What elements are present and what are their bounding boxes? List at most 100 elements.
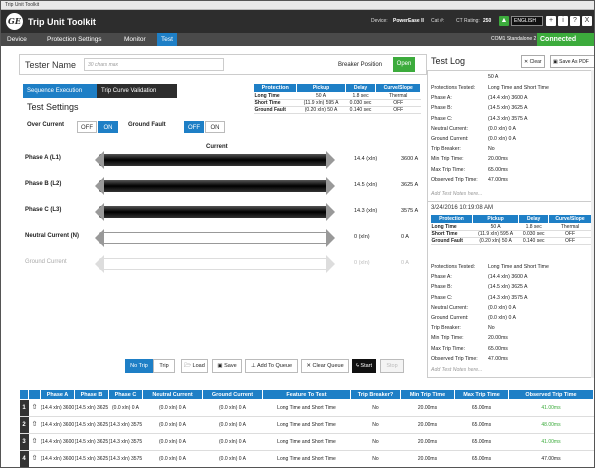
phase-b-slider[interactable] bbox=[99, 180, 329, 192]
cell-a: (14.4 xIn) 3600 A bbox=[40, 416, 75, 434]
cell-n: 3 bbox=[19, 433, 29, 451]
menu-device[interactable]: Device bbox=[3, 33, 31, 46]
cell-trip: No bbox=[350, 433, 401, 451]
col-feature: Feature To Test bbox=[262, 389, 351, 400]
move-up-icon[interactable]: ⇧ bbox=[28, 416, 41, 434]
trip-button[interactable]: Trip bbox=[153, 359, 175, 373]
col-neutral: Neutral Current bbox=[142, 389, 203, 400]
increase-arrow-icon[interactable] bbox=[326, 229, 335, 247]
tab-trip-curve-validation[interactable]: Trip Curve Validation bbox=[97, 84, 177, 98]
tester-name-label: Tester Name bbox=[25, 60, 77, 70]
move-up-icon[interactable]: ⇧ bbox=[28, 433, 41, 451]
log-value: Long Time and Short Time bbox=[488, 264, 549, 270]
cell-obs: 48.00ms bbox=[508, 416, 594, 434]
move-up-icon[interactable]: ⇧ bbox=[28, 399, 41, 417]
icon-header bbox=[28, 389, 41, 400]
curve-header: Curve/Slope bbox=[548, 214, 592, 224]
clear-queue-button[interactable]: ✕ Clear Queue bbox=[301, 359, 349, 373]
curve-header: Curve/Slope bbox=[375, 83, 421, 93]
cell-a: (14.4 xIn) 3600 A bbox=[40, 450, 75, 467]
increase-arrow-icon[interactable] bbox=[326, 177, 335, 195]
no-trip-button[interactable]: No Trip bbox=[125, 359, 153, 373]
cell-min: 20.00ms bbox=[400, 433, 455, 451]
close-button[interactable]: X bbox=[582, 16, 592, 26]
test-log-panel[interactable]: 50 A Protections Tested: Long Time and Sh… bbox=[427, 70, 593, 378]
ground-fault-off[interactable]: OFF bbox=[184, 121, 204, 133]
ground-current-label: Ground Current bbox=[25, 259, 67, 265]
add-button[interactable]: + bbox=[546, 16, 556, 26]
save-pdf-button[interactable]: ▣ Save As PDF bbox=[550, 55, 594, 68]
decrease-arrow-icon[interactable] bbox=[95, 151, 104, 169]
log-value: (14.3 xIn) 3575 A bbox=[488, 294, 528, 301]
help-button[interactable]: ? bbox=[570, 16, 580, 26]
cell-min: 20.00ms bbox=[400, 450, 455, 467]
test-notes-input[interactable]: Add Test Notes here... bbox=[431, 367, 482, 373]
start-label: Start bbox=[360, 363, 373, 369]
increase-arrow-icon[interactable] bbox=[326, 203, 335, 221]
pickup-header: Pickup bbox=[296, 83, 346, 93]
col-phase-b: Phase B bbox=[74, 389, 109, 400]
phase-b-amps: 3625 A bbox=[401, 182, 419, 188]
ground-current-slider bbox=[99, 258, 329, 270]
neutral-slider[interactable] bbox=[99, 232, 329, 244]
cell-obs: 41.00ms bbox=[508, 433, 594, 451]
over-current-on[interactable]: ON bbox=[98, 121, 118, 133]
log-value: (14.3 xIn) 3575 A bbox=[488, 115, 528, 122]
clear-log-button[interactable]: ✕ Clear bbox=[521, 55, 545, 68]
log-line: Min Trip Time: 20.00ms bbox=[431, 156, 508, 162]
log-key: Protections Tested: bbox=[431, 85, 476, 91]
log-line: Protections Tested: Long Time and Short T… bbox=[431, 264, 549, 270]
cell-feature: Long Time and Short Time bbox=[262, 416, 351, 434]
log-value: No bbox=[488, 146, 495, 153]
tab-sequence-execution[interactable]: Sequence Execution bbox=[23, 84, 97, 98]
phase-b-label: Phase B (L2) bbox=[25, 181, 62, 187]
phase-a-slider[interactable] bbox=[99, 154, 329, 166]
log-divider bbox=[428, 201, 592, 202]
start-button[interactable]: ϟ Start bbox=[352, 359, 376, 373]
table-row[interactable]: 1⇧(14.4 xIn) 3600 A(14.5 xIn) 3625 A(0.0… bbox=[19, 399, 594, 417]
stop-button: Stop bbox=[380, 359, 404, 373]
cell-a: (14.4 xIn) 3600 A bbox=[40, 399, 75, 417]
menu-monitor[interactable]: Monitor bbox=[120, 33, 150, 46]
over-current-off[interactable]: OFF bbox=[77, 121, 97, 133]
log-line: Trip Breaker: No bbox=[431, 146, 495, 152]
cell-b: (14.5 xIn) 3625 A bbox=[74, 416, 109, 434]
log-value: 20.00ms bbox=[488, 335, 508, 342]
table-row[interactable]: 4⇧(14.4 xIn) 3600 A(14.5 xIn) 3625 A(14.… bbox=[19, 450, 594, 467]
increase-arrow-icon[interactable] bbox=[326, 151, 335, 169]
save-button[interactable]: ▣ Save bbox=[212, 359, 242, 373]
decrease-arrow-icon[interactable] bbox=[95, 229, 104, 247]
log-line: Phase C: (14.3 xIn) 3575 A bbox=[431, 116, 528, 122]
table-row[interactable]: 2⇧(14.4 xIn) 3600 A(14.5 xIn) 3625 A(14.… bbox=[19, 416, 594, 434]
connection-status[interactable]: Connected bbox=[537, 33, 594, 46]
decrease-arrow-icon[interactable] bbox=[95, 177, 104, 195]
table-row[interactable]: 3⇧(14.4 xIn) 3600 A(14.5 xIn) 3625 A(14.… bbox=[19, 433, 594, 451]
log-scrollbar[interactable] bbox=[591, 70, 594, 378]
phase-a-row: Phase A (L1) 14.4 (xIn) 3600 A bbox=[19, 151, 427, 169]
log-value: 65.00ms bbox=[488, 345, 508, 352]
ground-fault-on[interactable]: ON bbox=[205, 121, 225, 133]
phase-c-slider[interactable] bbox=[99, 206, 329, 218]
move-up-icon[interactable]: ⇧ bbox=[28, 450, 41, 467]
cell-b: (14.5 xIn) 3625 A bbox=[74, 399, 109, 417]
log-key: Trip Breaker: bbox=[431, 325, 461, 332]
language-select[interactable]: ENGLISH bbox=[511, 16, 543, 26]
cell-n: 4 bbox=[19, 450, 29, 467]
delay-cell: 0.140 sec bbox=[518, 237, 549, 245]
test-notes-input[interactable]: Add Test Notes here... bbox=[431, 191, 482, 197]
log-value: (0.0 xIn) 0 A bbox=[488, 304, 516, 311]
menu-protection-settings[interactable]: Protection Settings bbox=[43, 33, 106, 46]
col-max: Max Trip Time bbox=[454, 389, 509, 400]
protection-header: Protection bbox=[252, 83, 298, 93]
menu-test[interactable]: Test bbox=[157, 33, 177, 46]
neutral-amps: 0 A bbox=[401, 234, 409, 240]
log-key: Neutral Current: bbox=[431, 125, 468, 132]
protection-table: Protection Pickup Delay Curve/Slope Long… bbox=[252, 83, 421, 114]
decrease-arrow-icon[interactable] bbox=[95, 203, 104, 221]
curve-cell: OFF bbox=[375, 106, 421, 114]
load-button[interactable]: 🗁 Load bbox=[181, 359, 208, 373]
tester-name-input[interactable]: 30 chars max bbox=[84, 58, 224, 71]
queue-body: 1⇧(14.4 xIn) 3600 A(14.5 xIn) 3625 A(0.0… bbox=[19, 399, 594, 467]
add-to-queue-button[interactable]: ⊥ Add To Queue bbox=[245, 359, 298, 373]
info-button[interactable]: i bbox=[558, 16, 568, 26]
